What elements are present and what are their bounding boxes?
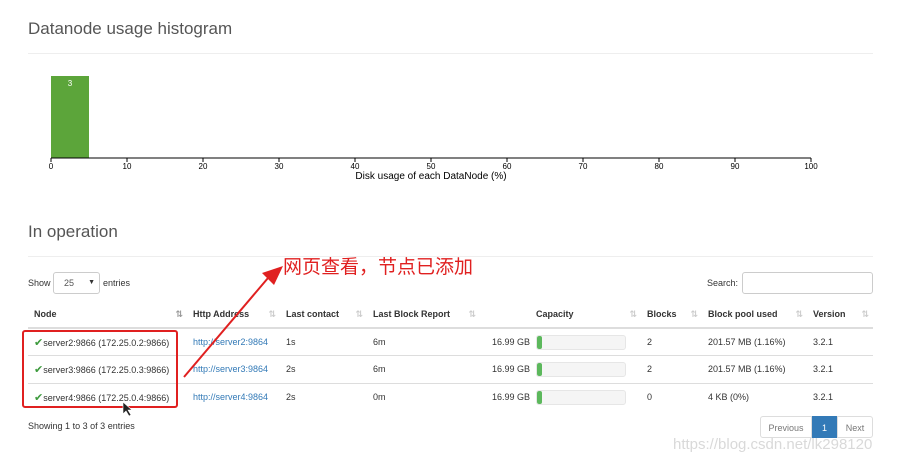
capacity-cell: 16.99 GB xyxy=(480,327,641,356)
column-header-last-contact[interactable]: Last contact ⇅ xyxy=(280,300,367,329)
x-tick-label: 70 xyxy=(579,162,588,171)
sort-icon: ⇅ xyxy=(795,309,802,319)
histogram-bar-label: 3 xyxy=(68,79,73,88)
operation-title: In operation xyxy=(28,222,118,241)
annotation-arrow-head xyxy=(262,266,283,285)
capacity-cell: 16.99 GB xyxy=(480,355,641,383)
capacity-bar-fill xyxy=(537,362,543,376)
capacity-text: 16.99 GB xyxy=(491,337,530,347)
last-block-report-cell: 0m xyxy=(367,382,480,411)
http-address-link[interactable]: http://server2:9864 xyxy=(193,337,268,347)
x-tick-label: 90 xyxy=(731,162,740,171)
search-input[interactable] xyxy=(742,272,873,294)
capacity-bar-fill xyxy=(537,390,543,404)
entries-select-value: 25 xyxy=(64,278,75,288)
http-address-cell: http://server3:9864 xyxy=(187,355,280,383)
last-block-report-cell: 6m xyxy=(367,327,480,356)
annotation-highlight-box xyxy=(22,330,178,408)
x-tick-label: 30 xyxy=(275,162,284,171)
histogram-bar xyxy=(51,76,89,158)
table-header-row: Node ⇅ Http Address ⇅ Last contact ⇅ Last B… xyxy=(28,300,873,329)
blocks-cell: 2 xyxy=(641,327,702,356)
blocks-cell: 0 xyxy=(641,382,702,411)
x-tick-label: 0 xyxy=(49,162,54,171)
search-label: Search: xyxy=(707,278,739,288)
column-header-capacity[interactable]: Capacity ⇅ xyxy=(480,300,641,329)
chevron-down-icon: ▼ xyxy=(88,279,95,286)
http-address-cell: http://server2:9864 xyxy=(187,327,280,356)
x-tick-label: 40 xyxy=(351,162,360,171)
x-axis-label: Disk usage of each DataNode (%) xyxy=(355,171,506,182)
sort-icon: ⇅ xyxy=(468,309,475,319)
table-info: Showing 1 to 3 of 3 entries xyxy=(28,421,135,431)
column-header-block-pool-used[interactable]: Block pool used ⇅ xyxy=(702,300,807,329)
sort-icon: ⇅ xyxy=(355,309,362,319)
pagination-page-1-button[interactable]: 1 xyxy=(812,416,837,438)
histogram-title: Datanode usage histogram xyxy=(28,19,233,38)
x-tick-label: 60 xyxy=(503,162,512,171)
http-address-cell: http://server4:9864 xyxy=(187,382,280,411)
version-cell: 3.2.1 xyxy=(807,327,873,356)
watermark-text: https://blog.csdn.net/lk298120 xyxy=(673,436,873,453)
last-contact-cell: 2s xyxy=(280,382,367,411)
x-tick-label: 50 xyxy=(427,162,436,171)
version-cell: 3.2.1 xyxy=(807,355,873,383)
x-tick-label: 80 xyxy=(655,162,664,171)
column-header-version[interactable]: Version ⇅ xyxy=(807,300,873,329)
sort-asc-icon: ⇅ xyxy=(175,309,182,319)
column-header-http-address[interactable]: Http Address ⇅ xyxy=(187,300,280,329)
capacity-text: 16.99 GB xyxy=(491,392,530,402)
capacity-cell: 16.99 GB xyxy=(480,382,641,411)
x-tick-label: 20 xyxy=(199,162,208,171)
version-cell: 3.2.1 xyxy=(807,382,873,411)
capacity-bar-fill xyxy=(537,335,543,349)
column-header-blocks[interactable]: Blocks ⇅ xyxy=(641,300,702,329)
x-tick-label: 100 xyxy=(804,162,818,171)
http-address-link[interactable]: http://server4:9864 xyxy=(193,392,268,402)
block-pool-used-cell: 201.57 MB (1.16%) xyxy=(702,355,807,383)
last-contact-cell: 2s xyxy=(280,355,367,383)
pagination-next-button[interactable]: Next xyxy=(837,416,873,438)
column-header-last-block-report[interactable]: Last Block Report ⇅ xyxy=(367,300,480,329)
last-contact-cell: 1s xyxy=(280,327,367,356)
usage-histogram-chart: 3 0 10 20 30 40 50 60 70 80 90 100 Disk usage of e… xyxy=(49,76,818,182)
divider xyxy=(28,53,873,54)
sort-icon: ⇅ xyxy=(629,309,636,319)
column-header-node[interactable]: Node ⇅ xyxy=(28,300,187,329)
blocks-cell: 2 xyxy=(641,355,702,383)
capacity-bar xyxy=(536,389,626,405)
capacity-bar xyxy=(536,334,626,350)
x-tick-label: 10 xyxy=(123,162,132,171)
sort-icon: ⇅ xyxy=(268,309,275,319)
sort-icon: ⇅ xyxy=(861,309,868,319)
show-label: Show xyxy=(28,278,51,288)
entries-select[interactable]: 25 ▼ xyxy=(53,272,100,294)
capacity-bar xyxy=(536,361,626,377)
last-block-report-cell: 6m xyxy=(367,355,480,383)
block-pool-used-cell: 201.57 MB (1.16%) xyxy=(702,327,807,356)
block-pool-used-cell: 4 KB (0%) xyxy=(702,382,807,411)
capacity-text: 16.99 GB xyxy=(491,364,530,375)
entries-label: entries xyxy=(103,278,131,288)
annotation-text: 网页查看，节点已添加 xyxy=(283,256,474,278)
sort-icon: ⇅ xyxy=(690,309,697,319)
pagination-previous-button[interactable]: Previous xyxy=(760,416,812,438)
http-address-link[interactable]: http://server3:9864 xyxy=(193,364,268,374)
